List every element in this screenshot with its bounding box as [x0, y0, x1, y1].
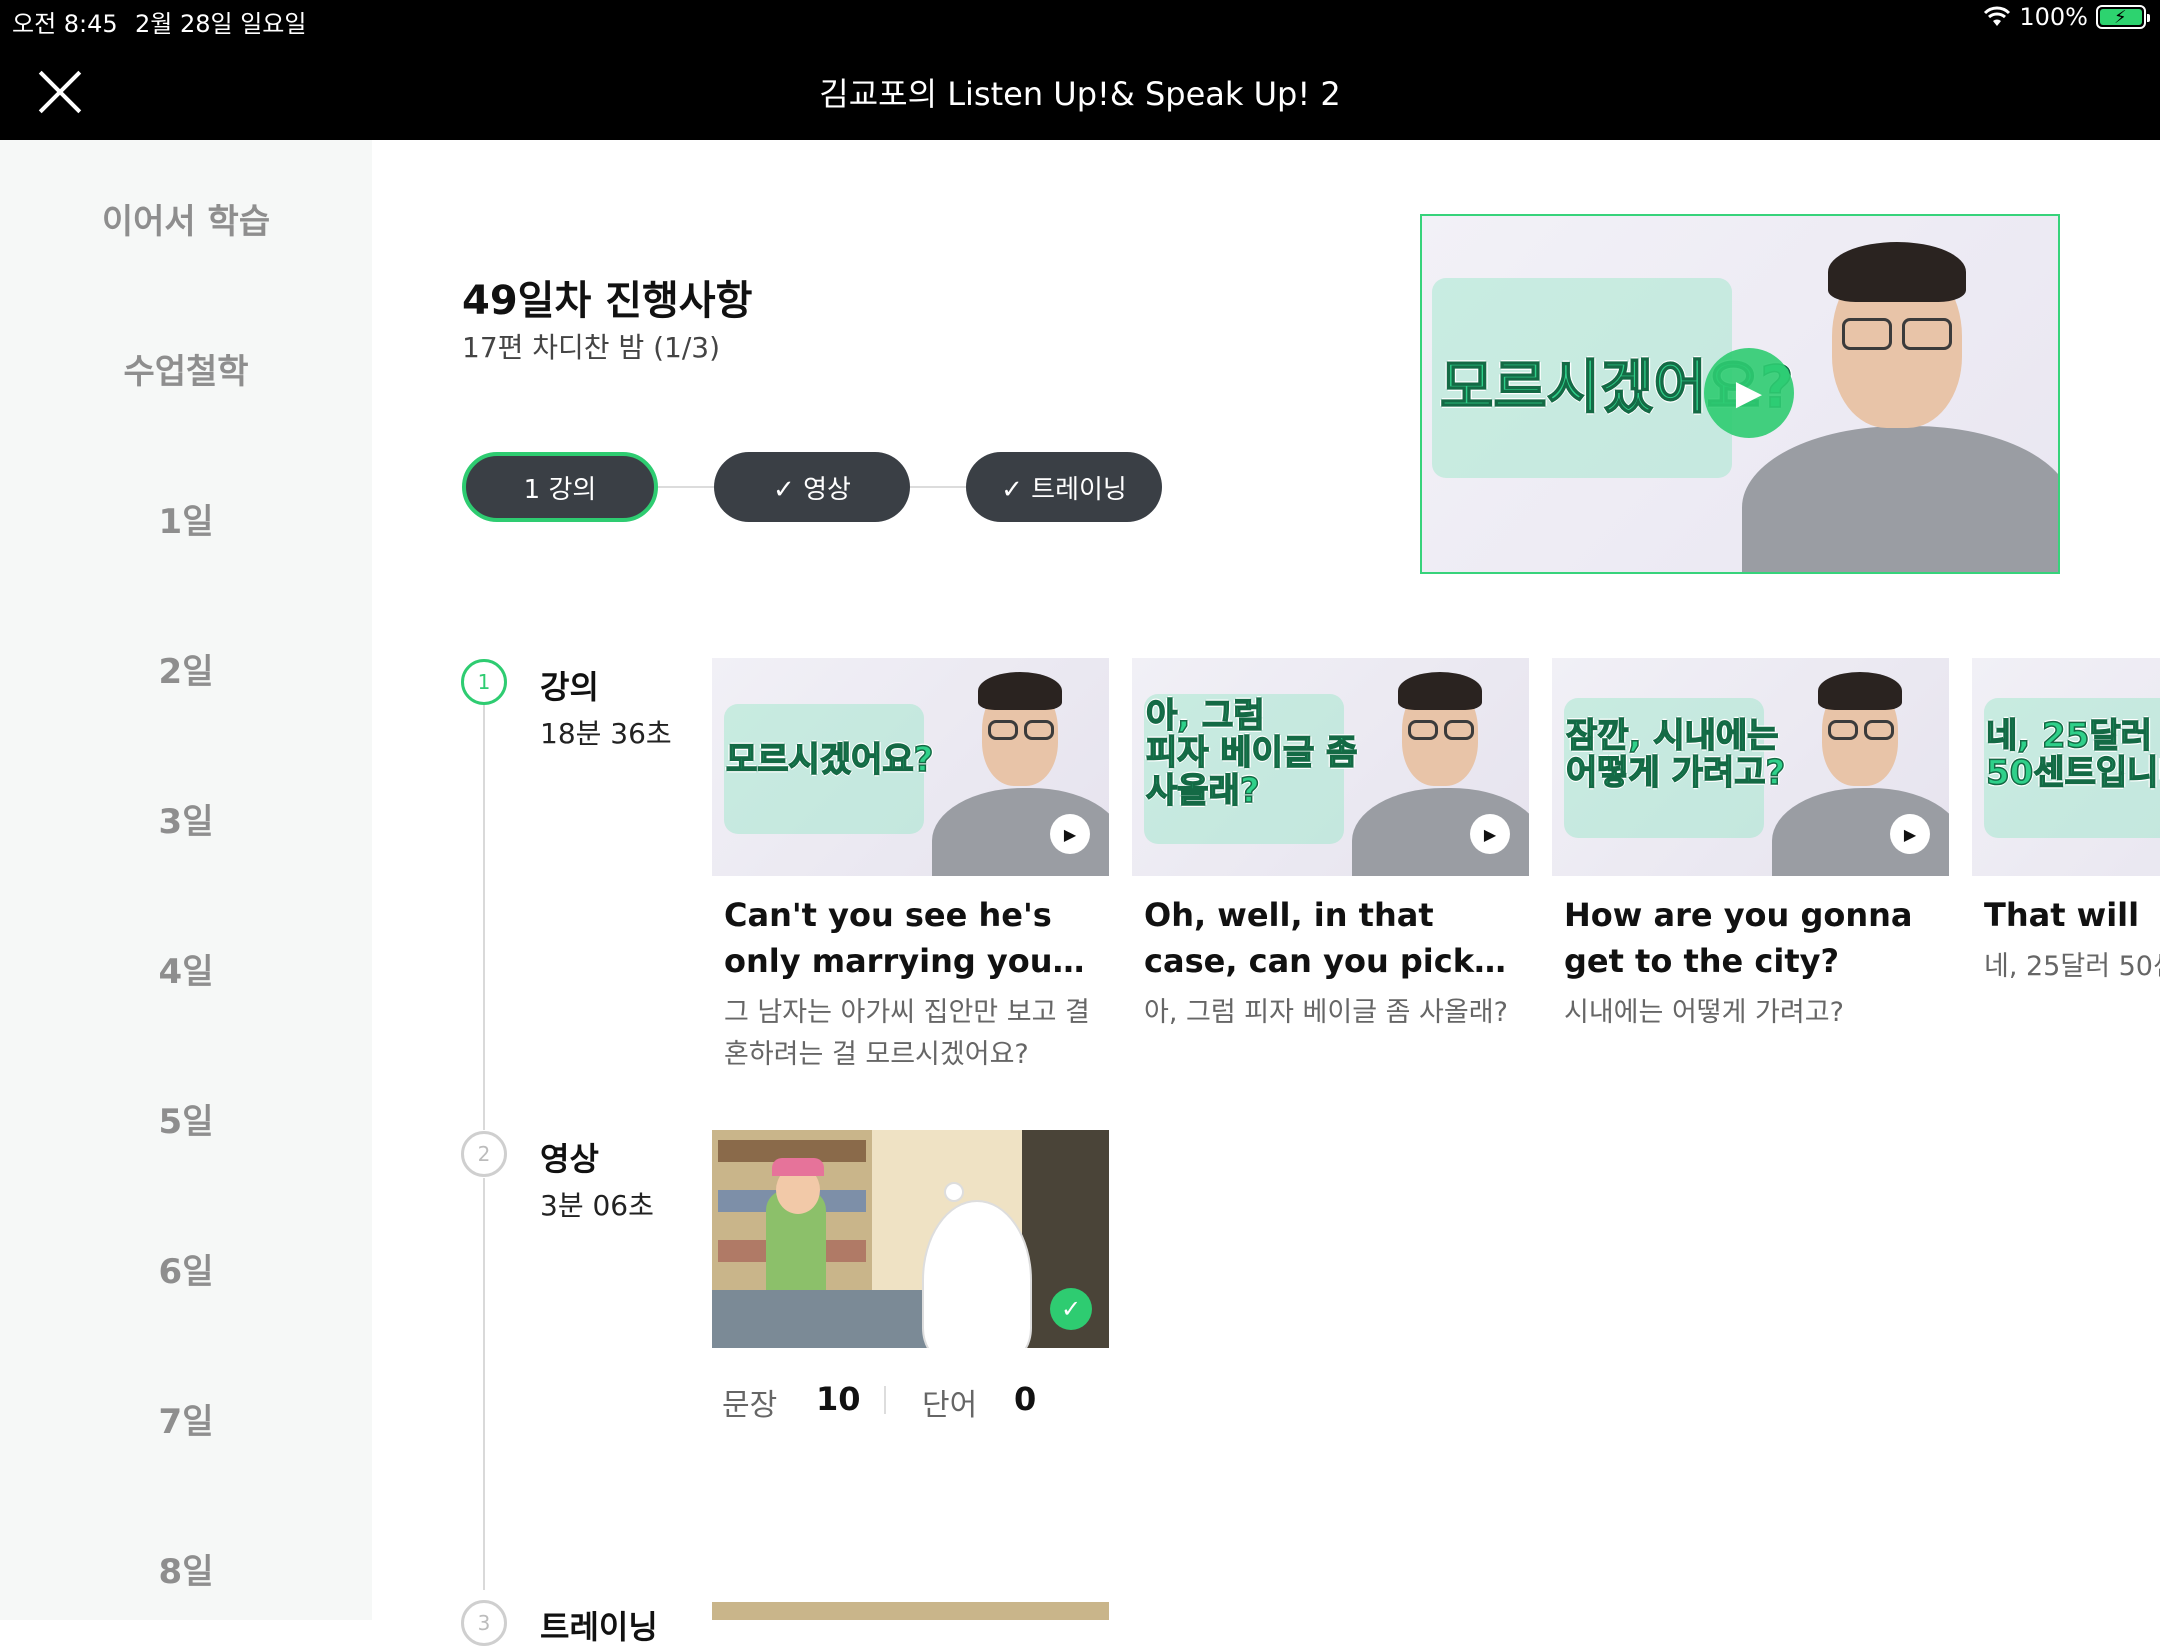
- training-thumbnail[interactable]: [712, 1602, 1109, 1620]
- sidebar-item-day-4[interactable]: 4일: [0, 944, 372, 993]
- lecture-english: How are you gonna get to the city?: [1564, 896, 1913, 980]
- wifi-icon: [1984, 6, 2011, 26]
- section-title-video: 영상: [540, 1140, 599, 1178]
- status-bar: 오전 8:45 2월 28일 일요일 100% ⚡: [0, 0, 2160, 38]
- status-time: 오전 8:45: [12, 10, 118, 38]
- section-title-lecture: 강의: [540, 668, 599, 706]
- lecture-english: Oh, well, in that case, can you pick up …: [1144, 896, 1474, 980]
- step-training-button[interactable]: ✓ 트레이닝: [966, 452, 1162, 522]
- battery-icon: ⚡: [2096, 5, 2150, 29]
- lecture-caption: 모르시겠어요?: [725, 740, 934, 780]
- checkmark-icon: ✓: [1050, 1288, 1092, 1330]
- battery-percent: 100%: [2019, 3, 2088, 31]
- sidebar-item-day-1[interactable]: 1일: [0, 494, 372, 543]
- lecture-korean: 아, 그럼 피자 베이글 좀 사올래?: [1144, 997, 1508, 1028]
- lecture-korean: 그 남자는 아가씨 집안만 보고 결혼하려는 걸 모르시겠어요?: [724, 997, 1090, 1070]
- section-index-training: 3: [461, 1600, 507, 1646]
- lecture-card[interactable]: 아, 그럼 피자 베이글 좀 사올래? ▶ Oh, well, in that …: [1132, 658, 1529, 1034]
- status-right: 100% ⚡: [1983, 3, 2150, 31]
- progress-title: 49일차 진행사항: [462, 278, 753, 324]
- step-connector: [658, 486, 714, 488]
- step-indicator: 1 강의 ✓ 영상 ✓ 트레이닝: [462, 452, 1162, 522]
- lecture-korean: 시내에는 어떻게 가려고?: [1564, 997, 1844, 1028]
- nav-bar: 김교포의 Listen Up!& Speak Up! 2: [0, 38, 2160, 140]
- step-video-button[interactable]: ✓ 영상: [714, 452, 910, 522]
- progress-subtitle: 17편 차디찬 밤 (1/3): [462, 331, 721, 364]
- lecture-card[interactable]: 잠깐, 시내에는 어떻게 가려고? ▶ How are you gonna ge…: [1552, 658, 1949, 1034]
- section-duration-video: 3분 06초: [540, 1189, 654, 1222]
- stat-divider: [884, 1386, 886, 1414]
- lecture-english: That will be: [1984, 896, 2148, 934]
- section-index-video: 2: [461, 1131, 507, 1177]
- timeline-line: [483, 1178, 485, 1590]
- lecture-thumbnail: 잠깐, 시내에는 어떻게 가려고? ▶: [1552, 658, 1949, 876]
- play-icon: ▶: [1470, 814, 1510, 854]
- lecture-english: Can't you see he's only marrying you bec…: [724, 896, 1053, 980]
- word-count: 0: [1014, 1380, 1037, 1418]
- sidebar-item-day-8[interactable]: 8일: [0, 1544, 372, 1593]
- lecture-thumbnail: 아, 그럼 피자 베이글 좀 사올래? ▶: [1132, 658, 1529, 876]
- timeline-line: [483, 705, 485, 1130]
- sidebar-item-day-5[interactable]: 5일: [0, 1094, 372, 1143]
- lecture-caption: 네, 25달러 50센트입니다: [1985, 716, 2160, 794]
- sentence-label: 문장: [722, 1388, 778, 1423]
- status-date: 2월 28일 일요일: [135, 10, 307, 38]
- word-label: 단어: [922, 1388, 978, 1423]
- play-icon: ▶: [1890, 814, 1930, 854]
- play-icon[interactable]: ▶: [1704, 348, 1794, 438]
- lecture-caption: 아, 그럼 피자 베이글 좀 사올래?: [1145, 696, 1358, 811]
- course-title: 김교포의 Listen Up!& Speak Up! 2: [819, 75, 1341, 113]
- lecture-caption: 잠깐, 시내에는 어떻게 가려고?: [1565, 716, 1786, 794]
- section-index-lecture: 1: [461, 659, 507, 705]
- sidebar-item-day-3[interactable]: 3일: [0, 794, 372, 843]
- lecture-card[interactable]: 모르시겠어요? ▶ Can't you see he's only marryi…: [712, 658, 1109, 1076]
- section-title-training: 트레이닝: [540, 1608, 658, 1646]
- bear-image: [922, 1200, 1032, 1348]
- sidebar-item-philosophy[interactable]: 수업철학: [0, 344, 372, 393]
- lecture-korean: 네, 25달러 50센트: [1984, 951, 2160, 982]
- section-duration-lecture: 18분 36초: [540, 717, 672, 750]
- step-connector: [910, 486, 966, 488]
- lecture-thumbnail: 모르시겠어요? ▶: [712, 658, 1109, 876]
- sidebar-item-continue[interactable]: 이어서 학습: [0, 194, 372, 243]
- sidebar-item-day-7[interactable]: 7일: [0, 1394, 372, 1443]
- sidebar: 이어서 학습 수업철학 1일 2일 3일 4일 5일 6일 7일 8일: [0, 140, 372, 1620]
- counter-image: [712, 1290, 952, 1348]
- sentence-count: 10: [816, 1380, 861, 1418]
- play-icon: ▶: [1050, 814, 1090, 854]
- step-lecture-button[interactable]: 1 강의: [462, 452, 658, 522]
- sidebar-item-day-2[interactable]: 2일: [0, 644, 372, 693]
- video-thumbnail[interactable]: ✓: [712, 1130, 1109, 1348]
- lecture-card[interactable]: 네, 25달러 50센트입니다 That will be 네, 25달러 50센…: [1972, 658, 2160, 988]
- hero-video-thumbnail[interactable]: 모르시겠어요? ▶: [1420, 214, 2060, 574]
- sidebar-item-day-6[interactable]: 6일: [0, 1244, 372, 1293]
- lecture-thumbnail: 네, 25달러 50센트입니다: [1972, 658, 2160, 876]
